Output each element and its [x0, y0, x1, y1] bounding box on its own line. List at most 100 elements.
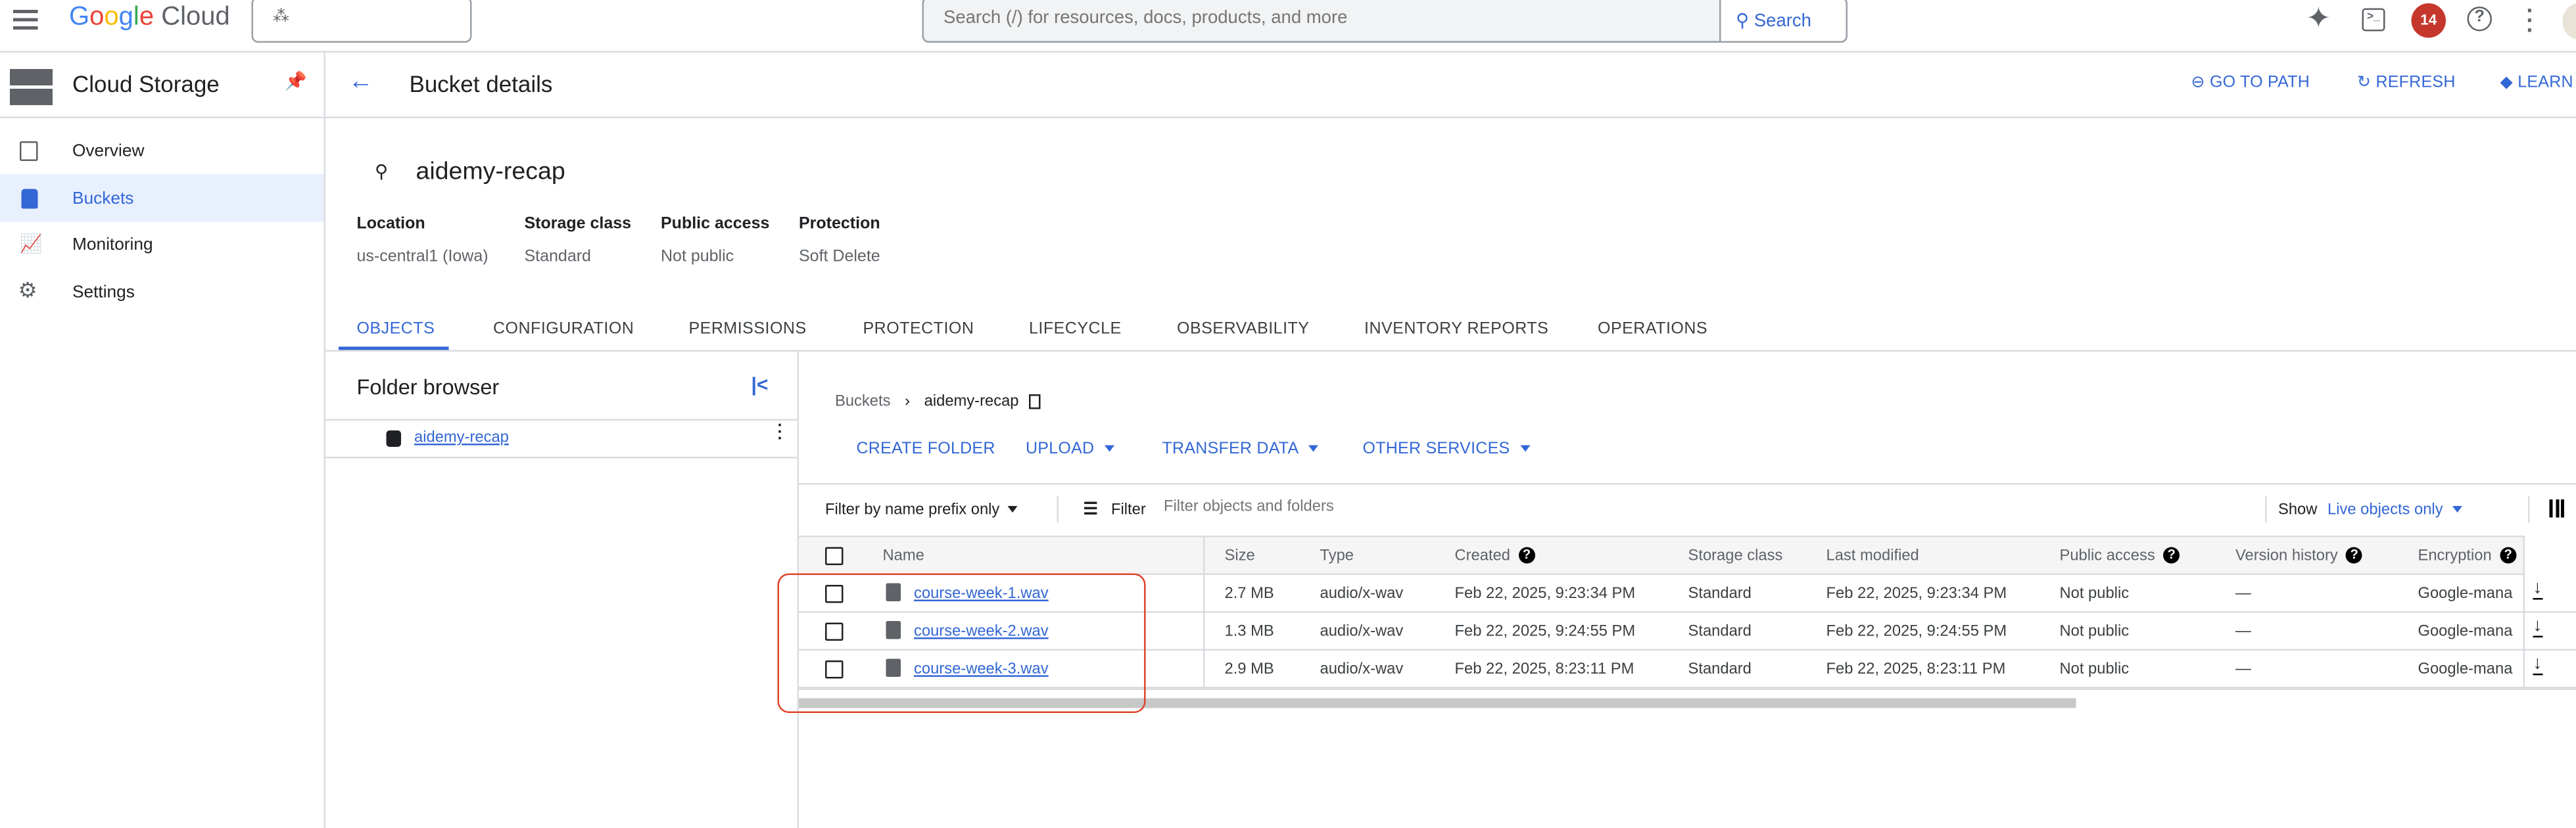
sidebar-item-buckets[interactable]: Buckets: [0, 174, 324, 222]
cell-size: 2.7 MB: [1225, 585, 1274, 603]
download-icon[interactable]: ↓: [2533, 656, 2542, 676]
go-to-path-button[interactable]: ⊖ GO TO PATH: [2191, 74, 2310, 93]
search-box[interactable]: ⚲ Search: [922, 0, 1848, 43]
cell-version-history: —: [2235, 623, 2251, 641]
pin-icon[interactable]: 📌: [285, 71, 307, 93]
tab-operations[interactable]: OPERATIONS: [1598, 321, 1707, 339]
dropdown-icon: [1308, 446, 1318, 452]
folder-browser-title: Folder browser: [357, 375, 500, 400]
column-header-last-modified[interactable]: Last modified: [1826, 547, 1919, 566]
show-label: Show: [2278, 501, 2317, 520]
tab-lifecycle[interactable]: LIFECYCLE: [1029, 321, 1122, 339]
menu-icon[interactable]: [13, 10, 38, 30]
more-options-icon[interactable]: ···: [2527, 5, 2535, 35]
filter-icon: ☰: [1084, 501, 1098, 520]
cell-size: 1.3 MB: [1225, 623, 1274, 641]
project-icon: ⁂: [273, 9, 289, 27]
help-icon[interactable]: ?: [2163, 548, 2180, 564]
help-icon[interactable]: ?: [2468, 7, 2493, 32]
cell-encryption: Google-mana: [2418, 660, 2522, 679]
project-selector[interactable]: ⁂: [252, 0, 472, 43]
breadcrumb-current: aidemy-recap: [924, 393, 1019, 411]
back-arrow-icon[interactable]: ←: [348, 68, 373, 96]
sidebar-item-monitoring[interactable]: 📈 Monitoring: [0, 225, 324, 265]
sidebar-item-settings[interactable]: ⚙ Settings: [0, 273, 324, 312]
refresh-icon: ↻: [2357, 74, 2371, 93]
cloud-shell-terminal-icon[interactable]: >_: [2362, 9, 2385, 32]
help-icon[interactable]: ?: [2346, 548, 2362, 564]
cell-public-access: Not public: [2060, 660, 2130, 679]
filter-input[interactable]: [1164, 498, 2150, 517]
meta-value: Standard: [525, 248, 591, 267]
bucket-icon: [387, 430, 402, 447]
meta-label: Storage class: [525, 216, 632, 234]
refresh-button[interactable]: ↻ REFRESH: [2357, 74, 2456, 93]
gemini-sparkle-icon[interactable]: ✦: [2306, 2, 2331, 37]
page-title: Bucket details: [410, 71, 553, 97]
transfer-data-button[interactable]: TRANSFER DATA: [1162, 440, 1319, 459]
column-header-type[interactable]: Type: [1320, 547, 1354, 566]
show-select[interactable]: Live objects only: [2327, 501, 2463, 520]
column-header-name[interactable]: Name: [883, 547, 924, 566]
user-avatar[interactable]: [2563, 3, 2576, 39]
google-cloud-logo[interactable]: Google Cloud: [69, 3, 230, 33]
dropdown-icon: [2453, 507, 2463, 513]
more-options-icon[interactable]: ···: [778, 424, 783, 444]
meta-label: Public access: [661, 216, 769, 234]
breadcrumb-buckets[interactable]: Buckets: [835, 393, 890, 411]
cell-version-history: —: [2235, 585, 2251, 603]
meta-value: Soft Delete: [799, 248, 880, 267]
column-display-icon[interactable]: [2550, 499, 2565, 518]
column-header-size[interactable]: Size: [1225, 547, 1255, 566]
cell-size: 2.9 MB: [1225, 660, 1274, 679]
filter-mode-select[interactable]: Filter by name prefix only: [825, 501, 1018, 520]
cell-encryption: Google-mana: [2418, 623, 2522, 641]
learn-button[interactable]: ◆ LEARN: [2500, 74, 2573, 93]
breadcrumb: Buckets › aidemy-recap: [835, 393, 1041, 411]
notifications-badge[interactable]: 14: [2412, 3, 2446, 38]
dropdown-icon: [1008, 507, 1018, 513]
cell-last-modified: Feb 22, 2025, 9:24:55 PM: [1826, 623, 2007, 641]
cell-storage-class: Standard: [1688, 585, 1752, 603]
bucket-name: aidemy-recap: [416, 158, 565, 186]
tab-objects[interactable]: OBJECTS: [357, 321, 435, 339]
meta-label: Protection: [799, 216, 880, 234]
column-header-public-access[interactable]: Public access?: [2060, 547, 2180, 566]
upload-button[interactable]: UPLOAD: [1026, 440, 1114, 459]
cell-type: audio/x-wav: [1320, 660, 1404, 679]
cell-storage-class: Standard: [1688, 660, 1752, 679]
tab-permissions[interactable]: PERMISSIONS: [689, 321, 807, 339]
download-icon[interactable]: ↓: [2533, 618, 2542, 637]
search-button[interactable]: ⚲ Search: [1719, 0, 1846, 41]
tab-configuration[interactable]: CONFIGURATION: [493, 321, 634, 339]
tab-protection[interactable]: PROTECTION: [863, 321, 974, 339]
column-header-encryption[interactable]: Encryption?: [2418, 547, 2517, 566]
column-header-version-history[interactable]: Version history?: [2235, 547, 2362, 566]
meta-label: Location: [357, 216, 425, 234]
cell-public-access: Not public: [2060, 585, 2130, 603]
help-icon[interactable]: ?: [2500, 548, 2516, 564]
folder-tree-item[interactable]: aidemy-recap ···: [324, 421, 798, 457]
dashboard-icon: [20, 141, 38, 161]
cell-last-modified: Feb 22, 2025, 8:23:11 PM: [1826, 660, 2006, 679]
copy-icon[interactable]: [1030, 394, 1041, 409]
other-services-button[interactable]: OTHER SERVICES: [1363, 440, 1530, 459]
search-input[interactable]: [943, 9, 1700, 28]
sidebar-item-overview[interactable]: Overview: [0, 131, 324, 171]
select-all-checkbox[interactable]: [825, 547, 844, 566]
monitoring-icon: 📈: [20, 233, 42, 255]
create-folder-button[interactable]: CREATE FOLDER: [857, 440, 995, 459]
cell-encryption: Google-mana: [2418, 585, 2522, 603]
meta-value: Not public: [661, 248, 734, 267]
bucket-pin-icon[interactable]: ⚲: [375, 161, 388, 183]
download-icon[interactable]: ↓: [2533, 580, 2542, 600]
column-header-created[interactable]: Created?: [1455, 547, 1535, 566]
help-icon[interactable]: ?: [1519, 548, 1535, 564]
collapse-panel-icon[interactable]: |<: [751, 373, 769, 396]
cell-type: audio/x-wav: [1320, 585, 1404, 603]
tab-observability[interactable]: OBSERVABILITY: [1177, 321, 1309, 339]
search-icon: ⚲: [1736, 12, 1749, 32]
gear-icon: ⚙: [18, 278, 37, 304]
column-header-storage-class[interactable]: Storage class: [1688, 547, 1783, 566]
tab-inventory-reports[interactable]: INVENTORY REPORTS: [1364, 321, 1548, 339]
